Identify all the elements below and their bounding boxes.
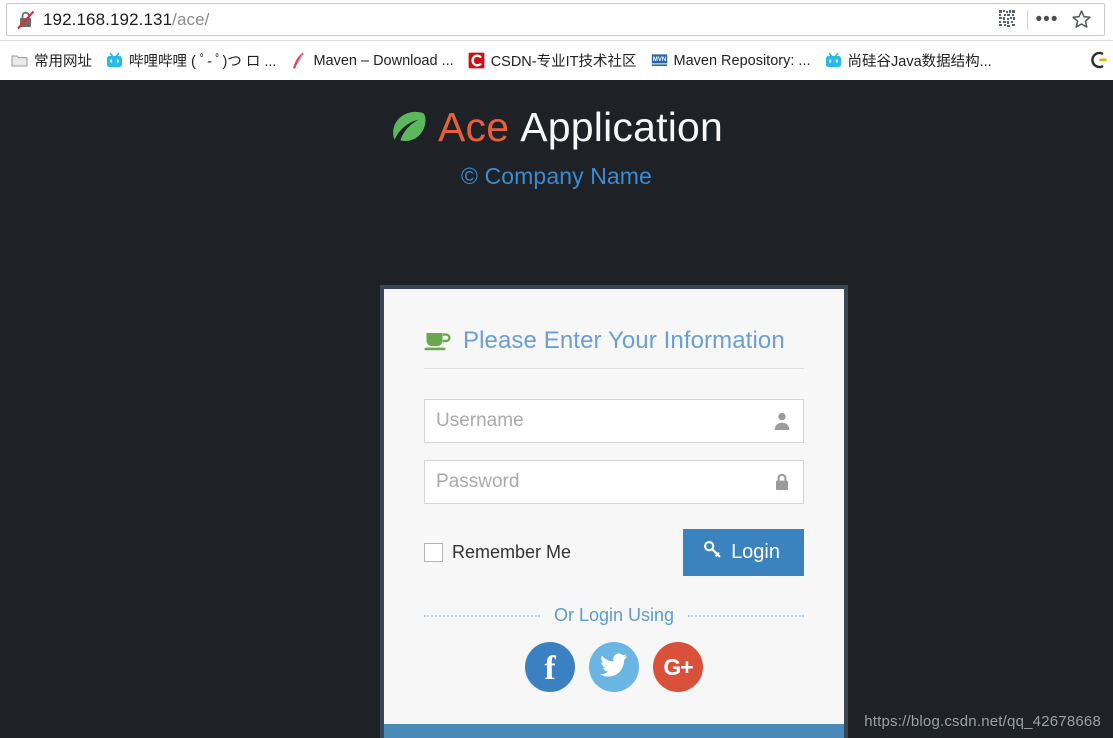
bookmark-item-csdn[interactable]: CSDN-专业IT技术社区 <box>461 47 644 75</box>
login-button[interactable]: Login <box>683 529 804 576</box>
url-path: /ace/ <box>172 9 210 29</box>
facebook-login-button[interactable]: f <box>525 642 575 692</box>
bookmark-item-maven-repository[interactable]: MVN Maven Repository: ... <box>644 47 818 75</box>
or-login-using-label: Or Login Using <box>553 605 675 625</box>
bookmark-item-maven-download[interactable]: Maven – Download ... <box>283 47 460 75</box>
twitter-icon <box>600 652 628 682</box>
google-plus-icon: G+ <box>663 653 693 680</box>
brand-subtitle: © Company Name <box>461 163 652 189</box>
login-box: Please Enter Your Information Username R… <box>380 285 848 738</box>
url-bar-row: 192.168.192.131/ace/ ••• <box>0 0 1113 41</box>
url-text: 192.168.192.131/ace/ <box>43 10 209 30</box>
bookmark-star-icon[interactable] <box>1064 4 1098 35</box>
username-field-group <box>424 399 804 443</box>
divider-line-right <box>688 614 804 617</box>
insecure-lock-crossed-icon[interactable] <box>15 9 37 31</box>
username-input[interactable] <box>424 399 804 443</box>
address-bar-actions: ••• <box>991 4 1104 35</box>
brand-title: Ace Application <box>390 107 723 148</box>
login-box-body: Please Enter Your Information Username R… <box>384 289 844 724</box>
page-actions-menu-label: ••• <box>1035 8 1059 30</box>
bookmarks-bar: 常用网址 哔哩哔哩 ( ﾟ- ﾟ)つ ロ ... Maven – Downloa… <box>0 41 1113 81</box>
csdn-icon <box>468 52 485 69</box>
login-button-label: Login <box>731 541 780 563</box>
bilibili-icon <box>106 52 123 69</box>
remember-me-checkbox[interactable] <box>424 543 443 562</box>
key-icon <box>703 540 722 565</box>
bookmark-label: Maven Repository: ... <box>673 52 811 69</box>
svg-text:MVN: MVN <box>652 57 665 63</box>
toolbar-divider <box>1027 9 1028 30</box>
mvn-repository-icon: MVN <box>651 52 668 69</box>
bookmark-label: 常用网址 <box>34 54 92 70</box>
remember-me-label: Remember Me <box>452 542 572 562</box>
bookmarks-overflow-icon[interactable] <box>1087 48 1111 72</box>
bookmark-item-changyongwangzhi[interactable]: 常用网址 <box>4 47 99 75</box>
bookmark-label: Maven – Download ... <box>313 52 454 69</box>
bookmark-item-bilibili[interactable]: 哔哩哔哩 ( ﾟ- ﾟ)つ ロ ... <box>99 47 283 75</box>
social-login-buttons: f G+ <box>424 642 804 706</box>
login-controls-row: Remember Me Login <box>424 529 804 576</box>
maven-feather-icon <box>290 52 307 69</box>
twitter-login-button[interactable] <box>589 642 639 692</box>
login-form-title: Please Enter Your Information <box>424 327 804 369</box>
facebook-icon: f <box>544 650 556 687</box>
page-actions-menu-icon[interactable]: ••• <box>1030 4 1064 35</box>
brand-name-primary: Ace <box>437 104 510 150</box>
or-login-using-divider: Or Login Using <box>424 605 804 626</box>
leaf-icon <box>390 110 428 151</box>
bookmark-label: 哔哩哔哩 ( ﾟ- ﾟ)つ ロ ... <box>129 54 277 70</box>
divider-line-left <box>424 614 540 617</box>
qr-code-icon[interactable] <box>991 4 1025 35</box>
coffee-cup-icon <box>424 329 452 353</box>
folder-icon <box>11 52 28 69</box>
bookmark-label: 尚硅谷Java数据结构... <box>847 54 992 70</box>
address-bar[interactable]: 192.168.192.131/ace/ ••• <box>6 3 1105 36</box>
login-box-footer: ← I forgot my password I want to registe… <box>384 724 844 738</box>
login-form-title-text: Please Enter Your Information <box>463 327 785 354</box>
password-field-group <box>424 460 804 504</box>
google-plus-login-button[interactable]: G+ <box>653 642 703 692</box>
password-input[interactable] <box>424 460 804 504</box>
page-content: Ace Application © Company Name Please En… <box>0 80 1113 738</box>
bookmark-item-shangguigu-java[interactable]: 尚硅谷Java数据结构... <box>818 47 999 75</box>
brand-name-secondary: Application <box>520 104 724 150</box>
browser-chrome: 192.168.192.131/ace/ ••• 常用网址 哔哩哔哩 (ﾟ- … <box>0 0 1113 81</box>
brand-header: Ace Application © Company Name <box>0 80 1113 188</box>
bookmark-label: CSDN-专业IT技术社区 <box>490 54 637 70</box>
watermark-text: https://blog.csdn.net/qq_42678668 <box>864 713 1101 730</box>
remember-me-control[interactable]: Remember Me <box>424 542 571 563</box>
url-host: 192.168.192.131 <box>43 9 173 29</box>
bilibili-icon <box>825 52 842 69</box>
